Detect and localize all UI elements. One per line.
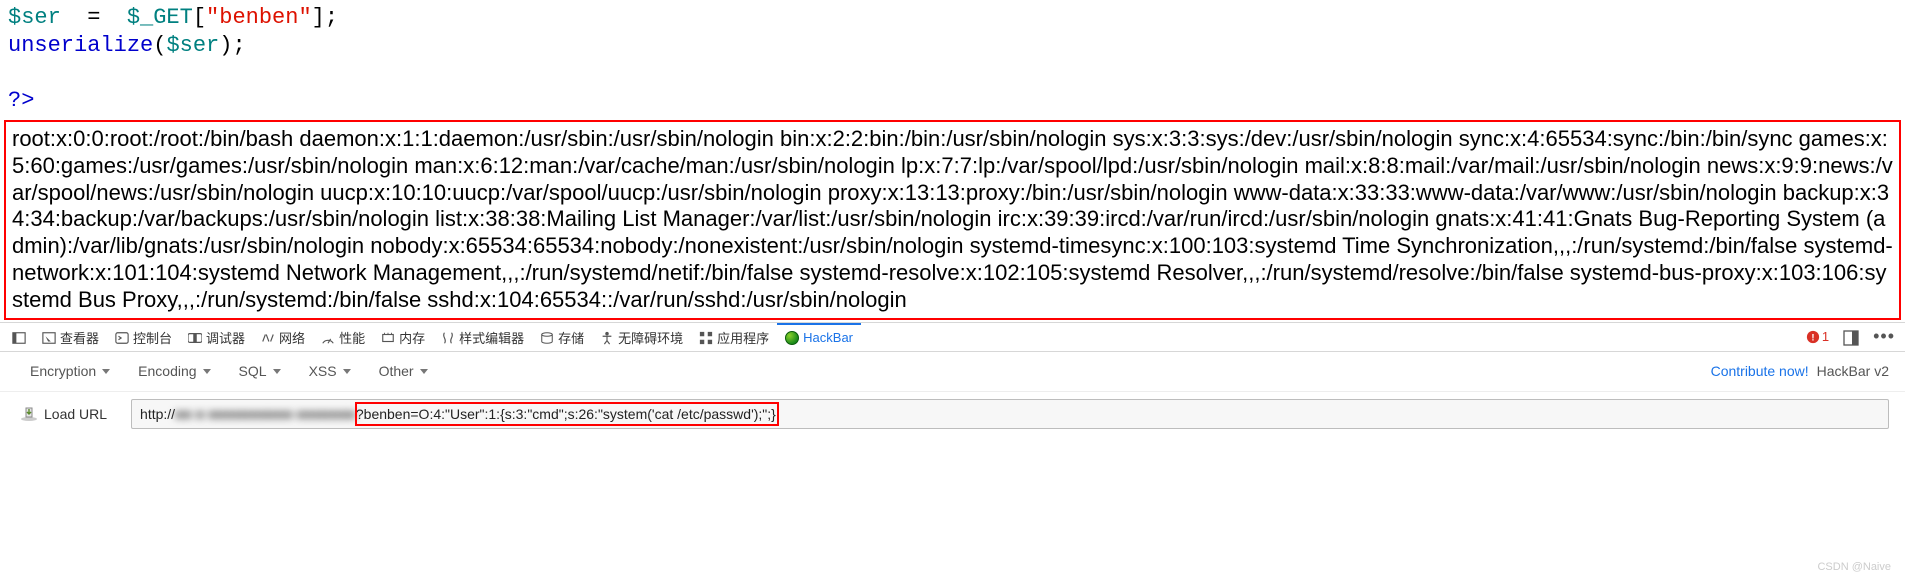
error-icon: ! [1806, 330, 1820, 344]
hackbar-brand: HackBar v2 [1817, 363, 1889, 379]
tab-console[interactable]: 控制台 [107, 323, 180, 351]
menu-xss[interactable]: XSS [295, 363, 365, 379]
url-query-parameter: ?benben=O:4:"User":1:{s:3:"cmd";s:26:"sy… [356, 406, 776, 422]
application-icon [699, 331, 713, 345]
svg-text:!: ! [1811, 332, 1814, 343]
tab-label: 网络 [279, 328, 305, 347]
code-token: $ser [166, 33, 219, 58]
code-token: $ser [8, 5, 61, 30]
tab-label: 查看器 [60, 328, 99, 347]
tab-storage[interactable]: 存储 [532, 323, 592, 351]
tab-inspector[interactable]: 查看器 [34, 323, 107, 351]
hackbar-icon [785, 331, 799, 345]
devtools-tab-bar: 查看器 控制台 调试器 网络 性能 内存 样式编辑器 [0, 322, 1905, 352]
panel-toggle-icon [12, 331, 26, 345]
tab-performance[interactable]: 性能 [313, 323, 373, 351]
chevron-down-icon [102, 369, 110, 374]
tab-label: 样式编辑器 [459, 328, 524, 347]
menu-sql[interactable]: SQL [225, 363, 295, 379]
storage-icon [540, 331, 554, 345]
menu-label: Encryption [30, 363, 96, 379]
tab-label: 性能 [339, 328, 365, 347]
watermark: CSDN @Naive [1817, 561, 1891, 573]
devtools-close-button[interactable] [4, 323, 34, 351]
menu-label: Encoding [138, 363, 196, 379]
tab-label: 无障碍环境 [618, 328, 683, 347]
tab-memory[interactable]: 内存 [373, 323, 433, 351]
tab-label: HackBar [803, 330, 853, 345]
hackbar-menu-bar: Encryption Encoding SQL XSS Other Contri… [0, 352, 1905, 392]
tab-label: 内存 [399, 328, 425, 347]
load-url-button[interactable]: Load URL [20, 405, 107, 423]
code-token: unserialize [8, 33, 153, 58]
code-token: [ [193, 5, 206, 30]
dock-position-button[interactable] [1835, 323, 1867, 351]
tab-application[interactable]: 应用程序 [691, 323, 777, 351]
tab-label: 应用程序 [717, 328, 769, 347]
menu-encryption[interactable]: Encryption [16, 363, 124, 379]
chevron-down-icon [273, 369, 281, 374]
menu-other[interactable]: Other [365, 363, 442, 379]
url-hidden-segment: ■■ ■ ■■■■■■■■■■ ■■■■■■■ [175, 406, 356, 422]
tab-hackbar[interactable]: HackBar [777, 323, 861, 351]
menu-label: XSS [309, 363, 337, 379]
tab-debugger[interactable]: 调试器 [180, 323, 253, 351]
tab-accessibility[interactable]: 无障碍环境 [592, 323, 691, 351]
console-icon [115, 331, 129, 345]
chevron-down-icon [343, 369, 351, 374]
tab-style-editor[interactable]: 样式编辑器 [433, 323, 532, 351]
style-icon [441, 331, 455, 345]
error-count: 1 [1822, 329, 1829, 344]
code-token: ]; [312, 5, 338, 30]
chevron-down-icon [203, 369, 211, 374]
code-token: ( [153, 33, 166, 58]
memory-icon [381, 331, 395, 345]
tab-network[interactable]: 网络 [253, 323, 313, 351]
network-icon [261, 331, 275, 345]
performance-icon [321, 331, 335, 345]
code-token: "benben" [206, 5, 312, 30]
dock-icon [1843, 330, 1859, 346]
menu-label: SQL [239, 363, 267, 379]
tab-label: 存储 [558, 328, 584, 347]
debugger-icon [188, 331, 202, 345]
chevron-down-icon [420, 369, 428, 374]
accessibility-icon [600, 331, 614, 345]
contribute-link[interactable]: Contribute now! [1711, 363, 1809, 379]
load-url-label: Load URL [44, 406, 107, 422]
error-count-badge[interactable]: ! 1 [1800, 329, 1835, 344]
code-token: ?> [8, 88, 34, 113]
url-input[interactable]: http://■■ ■ ■■■■■■■■■■ ■■■■■■■?benben=O:… [131, 399, 1889, 429]
php-source-code: $ser = $_GET["benben"]; unserialize($ser… [0, 0, 1905, 116]
tab-label: 调试器 [206, 328, 245, 347]
tab-label: 控制台 [133, 328, 172, 347]
url-prefix: http:// [140, 406, 175, 422]
code-token: = [87, 5, 100, 30]
devtools-more-button[interactable]: ••• [1867, 326, 1901, 347]
menu-encoding[interactable]: Encoding [124, 363, 224, 379]
code-token: $_GET [127, 5, 193, 30]
hackbar-url-row: Load URL http://■■ ■ ■■■■■■■■■■ ■■■■■■■?… [0, 392, 1905, 436]
load-url-icon [20, 405, 38, 423]
inspector-icon [42, 331, 56, 345]
menu-label: Other [379, 363, 414, 379]
page-output: root:x:0:0:root:/root:/bin/bash daemon:x… [4, 120, 1901, 320]
code-token: ); [219, 33, 245, 58]
